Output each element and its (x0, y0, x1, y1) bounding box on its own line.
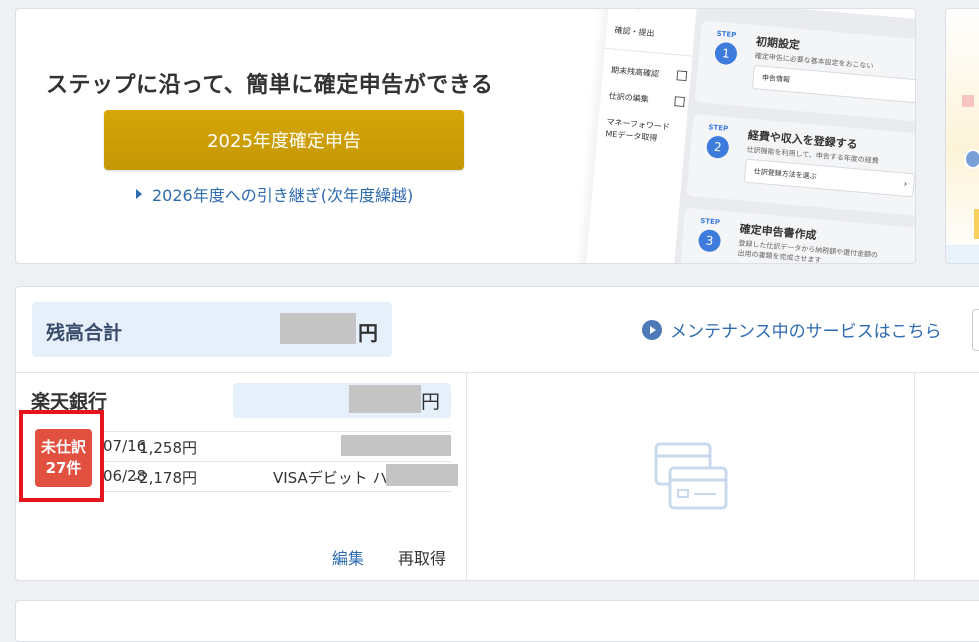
next-section-card (15, 600, 979, 642)
step-title: 初期設定 (755, 35, 801, 52)
masked-amount (280, 313, 356, 344)
step-number-icon: 2 (705, 135, 730, 160)
illustration-divider (604, 47, 693, 57)
step-number-icon: 3 (697, 228, 722, 253)
credit-card-icon (654, 442, 728, 510)
illustration-side-item: 期末残高確認 (611, 65, 690, 84)
decoration-shape (962, 95, 974, 107)
steps-illustration: 中告書 確認・提出 期末残高確認 仕訳の編集 マネーフォワード MEデータ取得 … (546, 9, 915, 263)
total-balance-box: 残高合計 円 (32, 302, 392, 357)
masked-description (386, 464, 458, 486)
step-box: 仕訳登録方法を選ぶ › (743, 158, 915, 198)
step-box-label: 仕訳登録方法を選ぶ (753, 167, 817, 181)
tax-return-start-button[interactable]: 2025年度確定申告 (104, 110, 464, 170)
maintenance-link-label: メンテナンス中のサービスはこちら (670, 322, 942, 342)
unposted-count-badge[interactable]: 未仕訳 27件 (35, 429, 92, 487)
carryover-link[interactable]: 2026年度への引き継ぎ(次年度繰越) (136, 182, 413, 206)
divider (914, 373, 915, 580)
caret-right-icon (136, 189, 142, 199)
decoration-shape (946, 245, 979, 263)
unposted-highlight-frame: 未仕訳 27件 (19, 410, 104, 502)
play-circle-icon (642, 319, 662, 340)
masked-description (341, 435, 451, 456)
transaction-amount: 1,258円 (139, 439, 197, 457)
divider (466, 373, 467, 580)
step-number-icon: 1 (714, 41, 738, 66)
illustration-step: STEP 3 確定申告書作成 登録した仕訳データから納税額や還付金額の 出用の書… (678, 207, 915, 263)
dropdown-control[interactable] (972, 309, 979, 351)
bank-balance-box: 円 (233, 383, 451, 418)
external-link-icon (676, 70, 688, 82)
illustration-step: STEP 2 経費や収入を登録する 仕訳機能を利用して、申告する年度の経費 仕訳… (686, 113, 915, 224)
maintenance-services-link[interactable]: メンテナンス中のサービスはこちら (642, 317, 942, 342)
illustration-side-item: 確認・提出 (614, 25, 655, 39)
decoration-shape (974, 209, 979, 239)
step-tag: STEP (708, 123, 729, 133)
refetch-link[interactable]: 再取得 (398, 545, 446, 569)
chevron-right-icon: › (903, 179, 908, 190)
step-tag: STEP (716, 29, 737, 40)
illustration-step: STEP 1 初期設定 確定申告に必要な基本設定をおこない 申告情報 (694, 20, 915, 130)
illustration-side-label: 期末残高確認 (610, 65, 660, 79)
balance-section: 残高合計 円 メンテナンス中のサービスはこちら 楽天銀行 円 07/16 1,2… (15, 286, 979, 581)
bank-account-card: 楽天銀行 円 07/16 1,258円 06/28 -2,178円 VISAデビ… (16, 373, 466, 580)
transaction-description: VISAデビット ハ (273, 469, 388, 487)
illustration-side-label: 仕訳の編集 (608, 91, 650, 104)
unposted-badge-label: 未仕訳 (40, 438, 86, 456)
masked-amount (349, 385, 421, 413)
transaction-amount: -2,178円 (133, 469, 197, 487)
currency-unit: 円 (421, 391, 441, 413)
currency-unit: 円 (358, 321, 378, 345)
external-link-icon (674, 96, 686, 108)
banner-headline: ステップに沿って、簡単に確定申告ができる (46, 73, 494, 98)
illustration-side-item: 中告書 (616, 9, 695, 18)
edit-link[interactable]: 編集 (332, 545, 364, 569)
step-box: 申告情報 (751, 64, 915, 104)
unposted-badge-count: 27件 (45, 459, 82, 477)
carryover-link-label: 2026年度への引き継ぎ(次年度繰越) (152, 186, 414, 205)
tax-return-banner: ステップに沿って、簡単に確定申告ができる 2025年度確定申告 2026年度への… (15, 8, 916, 264)
shield-icon (964, 149, 979, 169)
total-balance-label: 残高合計 (46, 322, 123, 344)
illustration-main: STEP 1 初期設定 確定申告に必要な基本設定をおこない 申告情報 STEP … (671, 9, 915, 263)
step-tag: STEP (699, 216, 721, 227)
side-banner-card[interactable] (945, 8, 979, 264)
illustration-side-item: 仕訳の編集 (608, 90, 687, 109)
